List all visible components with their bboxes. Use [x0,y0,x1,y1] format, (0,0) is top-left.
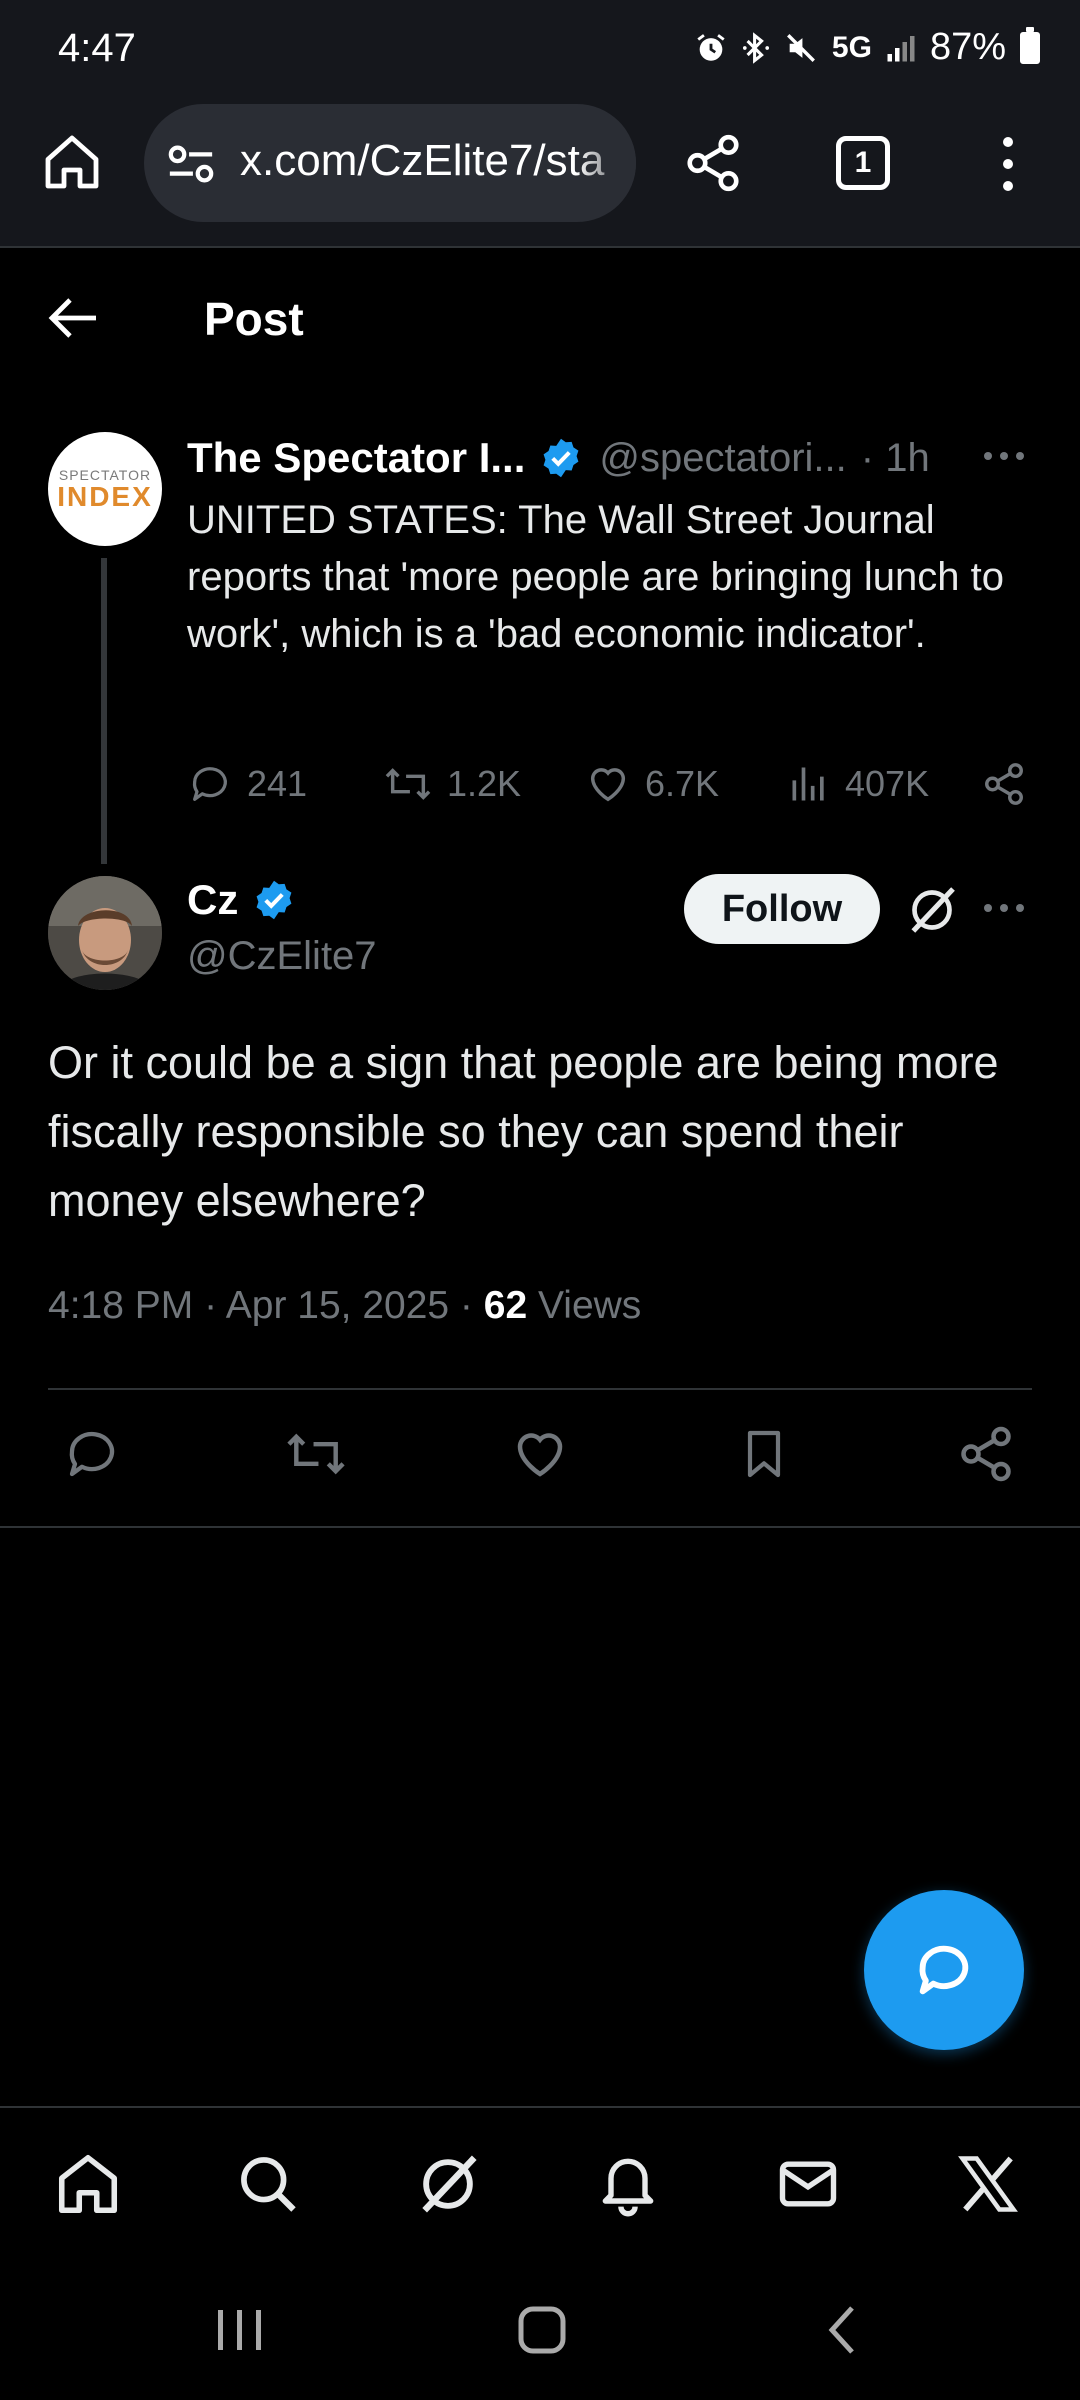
signal-icon [886,33,916,63]
grok-icon[interactable] [904,882,960,938]
bottom-navigation [0,2106,1080,2254]
network-type: 5G [831,30,872,64]
x-logo-icon [958,2156,1018,2212]
tweet-timestamp[interactable]: 4:18 PM · Apr 15, 2025 · [48,1284,484,1327]
battery-icon [1020,26,1040,64]
home-icon [58,2154,118,2214]
spectator-avatar[interactable]: SPECTATOR INDEX [48,432,162,546]
grok-icon [422,2155,477,2213]
url-text: x.com/CzElite7/sta [240,136,605,185]
bluetooth-icon [742,31,770,65]
parent-more-icon[interactable] [980,444,1028,468]
messages-icon [779,2161,837,2207]
avatar-text-big: INDEX [57,481,153,512]
main-tweet-actions [48,1420,1032,1494]
parent-like-count: 6.7K [645,763,720,804]
parent-reply-count: 241 [247,763,308,804]
share-button[interactable] [952,1420,1020,1488]
like-button[interactable] [506,1420,574,1488]
nav-notifications[interactable] [590,2146,666,2222]
page-title: Post [204,293,304,345]
browser-share-icon[interactable] [682,130,744,196]
post-header: Post [0,250,1080,390]
reply-icon [192,767,227,801]
share-icon [985,763,1023,805]
compose-reply-button[interactable] [864,1890,1024,2050]
views-label: Views [527,1284,642,1327]
parent-share-button[interactable] [981,754,1041,814]
tab-switcher-button[interactable]: 1 [836,136,890,190]
browser-toolbar: x.com/CzElite7/sta 1 [0,100,1080,248]
notifications-icon [602,2158,654,2217]
site-settings-icon[interactable] [166,140,216,188]
android-home-icon[interactable] [512,2304,572,2356]
parent-tweet-time[interactable]: · 1h [861,436,930,481]
main-author-handle[interactable]: @CzElite7 [187,934,377,979]
status-icons: 5G 87% [694,26,1040,69]
nav-messages[interactable] [770,2146,846,2222]
reply-icon [69,1431,115,1477]
system-navigation-bar [0,2256,1080,2400]
status-bar: 4:47 5G 87% [0,0,1080,100]
address-bar[interactable]: x.com/CzElite7/sta [144,104,636,222]
search-icon [241,2157,296,2212]
android-back-icon[interactable] [812,2304,872,2356]
mute-icon [784,31,818,65]
parent-repost-button[interactable]: 1.2K [383,754,521,814]
main-tweet-text: Or it could be a sign that people are be… [48,1037,999,1226]
main-author-name[interactable]: Cz [187,876,238,924]
divider [0,1526,1080,1528]
back-arrow-icon[interactable] [48,296,100,340]
verified-badge-icon [543,438,579,478]
share-icon [961,1426,1011,1482]
status-time: 4:47 [58,26,136,70]
views-count: 62 [483,1284,528,1327]
verified-badge-icon [256,880,292,920]
nav-x-logo[interactable] [950,2146,1026,2222]
parent-author-name[interactable]: The Spectator I... [187,434,525,482]
repost-icon [385,768,431,800]
reply-button[interactable] [58,1420,126,1488]
reply-icon [919,1945,969,1995]
parent-views-button[interactable]: 407K [787,754,929,814]
bookmark-button[interactable] [730,1420,798,1488]
nav-search[interactable] [230,2146,306,2222]
thread-connector-line [101,558,107,864]
follow-button[interactable]: Follow [684,874,880,944]
divider [48,1388,1032,1390]
browser-menu-icon[interactable] [996,132,1020,196]
parent-repost-count: 1.2K [447,763,522,804]
heart-icon [517,1433,563,1477]
main-more-icon[interactable] [980,896,1028,920]
parent-tweet-text[interactable]: UNITED STATES: The Wall Street Journal r… [187,492,1037,663]
alarm-icon [694,31,728,65]
nav-grok[interactable] [410,2146,486,2222]
nav-home[interactable] [50,2146,126,2222]
recent-apps-icon[interactable] [210,2304,270,2356]
browser-home-icon[interactable] [40,130,104,194]
repost-button[interactable] [282,1420,350,1488]
parent-like-button[interactable]: 6.7K [585,754,719,814]
parent-author-handle[interactable]: @spectatori... [599,436,846,481]
parent-reply-button[interactable]: 241 [187,754,307,814]
bookmark-icon [747,1430,781,1478]
parent-tweet-actions: 241 1.2K 6.7K 407K [187,754,1033,814]
parent-tweet-header: The Spectator I... @spectatori... · 1h [187,432,1037,484]
main-author-row: Cz [187,876,296,924]
heart-icon [590,768,626,802]
parent-view-count: 407K [845,763,930,804]
battery-percent: 87% [929,26,1006,68]
cz-avatar[interactable] [48,876,162,990]
tweet-timestamp-views: 4:18 PM · Apr 15, 2025 · 62 Views [48,1284,641,1328]
views-chart-icon [792,767,824,801]
repost-icon [287,1433,345,1475]
